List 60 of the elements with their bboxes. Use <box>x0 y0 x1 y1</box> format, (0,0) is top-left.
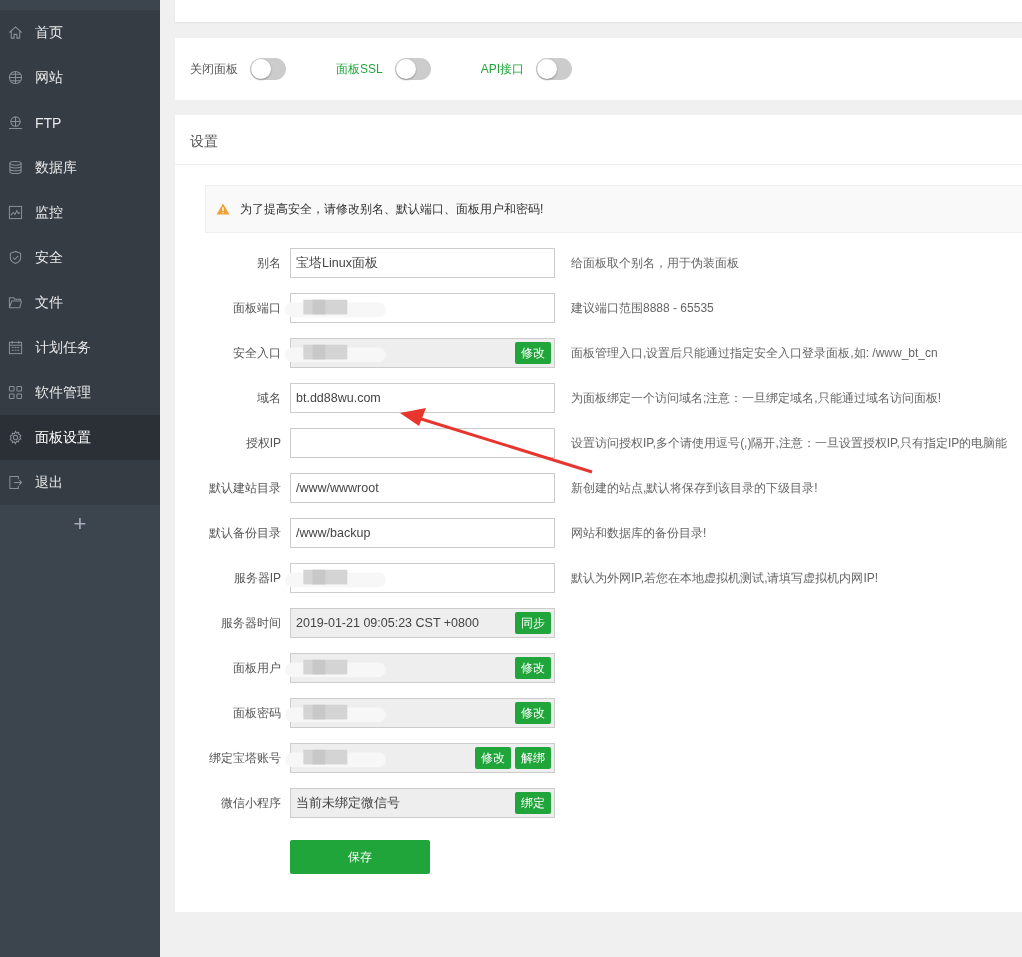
sidebar-item[interactable]: FTP <box>0 100 160 145</box>
alert-text: 为了提高安全，请修改别名、默认端口、面板用户和密码! <box>240 200 544 218</box>
folder-icon <box>8 295 23 310</box>
globe-icon <box>8 70 23 85</box>
field-hint: 网站和数据库的备份目录! <box>571 524 707 542</box>
database-icon <box>8 160 23 175</box>
field-label: 面板用户 <box>232 659 281 677</box>
sidebar-item[interactable]: 退出 <box>0 460 160 505</box>
sidebar-item[interactable]: 数据库 <box>0 145 160 190</box>
ftp-icon <box>8 115 23 130</box>
field-label: 默认建站目录 <box>208 479 281 497</box>
toggle-label: 面板SSL <box>336 60 383 78</box>
sidebar-item[interactable]: 文件 <box>0 280 160 325</box>
field-label: 安全入口 <box>232 344 281 362</box>
field-hint: 默认为外网IP,若您在本地虚拟机测试,请填写虚拟机内网IP! <box>571 569 879 587</box>
input-field[interactable]: 2019-01-21 09:05:23 CST +0800 同步 <box>290 608 555 638</box>
field-label: 授权IP <box>244 434 281 452</box>
input-field[interactable]: 宝塔Linux面板 <box>290 248 555 278</box>
field-hint: 面板管理入口,设置后只能通过指定安全入口登录面板,如: /www_bt_cn <box>571 344 938 362</box>
warning-icon <box>216 203 230 215</box>
sidebar-item[interactable]: 面板设置 <box>0 415 160 460</box>
toggle-switch[interactable] <box>394 58 431 80</box>
field-label: 绑定宝塔账号 <box>208 749 281 767</box>
exit-icon <box>8 475 23 490</box>
toggle-switch[interactable] <box>536 58 573 80</box>
field-label: 默认备份目录 <box>208 524 281 542</box>
input-field[interactable] <box>290 428 555 458</box>
field-hint: 新创建的站点,默认将保存到该目录的下级目录! <box>571 479 818 497</box>
toggle-label: 关闭面板 <box>190 60 238 78</box>
sidebar-item[interactable]: 网站 <box>0 55 160 100</box>
field-hint: 给面板取个别名，用于伪装面板 <box>571 254 739 272</box>
grid-icon <box>8 385 23 400</box>
field-label: 服务器IP <box>232 569 281 587</box>
sidebar-item[interactable]: 计划任务 <box>0 325 160 370</box>
sidebar-item[interactable]: 安全 <box>0 235 160 280</box>
field-label: 别名 <box>256 254 281 272</box>
calendar-icon <box>8 340 23 355</box>
field-label: 微信小程序 <box>220 794 281 812</box>
sidebar-item[interactable]: 首页 <box>0 10 160 55</box>
toggle-label: API接口 <box>480 60 525 78</box>
field-label: 面板端口 <box>232 299 281 317</box>
input-field[interactable]: bt.dd88wu.com <box>290 383 555 413</box>
sidebar-item[interactable]: 软件管理 <box>0 370 160 415</box>
input-field[interactable]: 当前未绑定微信号 绑定 <box>290 788 555 818</box>
sidebar-item[interactable]: 监控 <box>0 190 160 235</box>
field-hint: 建议端口范围8888 - 65535 <box>571 299 714 317</box>
field-hint: 设置访问授权IP,多个请使用逗号(,)隔开,注意：一旦设置授权IP,只有指定IP的电脑能 <box>571 434 1008 452</box>
monitor-icon <box>8 205 23 220</box>
gear-icon <box>8 430 23 445</box>
input-field[interactable]: /www/backup <box>290 518 555 548</box>
add-button[interactable]: + <box>69 511 91 537</box>
section-title: 设置 <box>175 115 1022 165</box>
home-icon <box>8 25 23 40</box>
input-field[interactable]: /www/wwwroot <box>290 473 555 503</box>
shield-icon <box>8 250 23 265</box>
field-label: 服务器时间 <box>220 614 281 632</box>
field-hint: 为面板绑定一个访问域名;注意：一旦绑定域名,只能通过域名访问面板! <box>571 389 941 407</box>
field-label: 域名 <box>256 389 281 407</box>
toggle-switch[interactable] <box>250 58 286 80</box>
field-label: 面板密码 <box>232 704 281 722</box>
